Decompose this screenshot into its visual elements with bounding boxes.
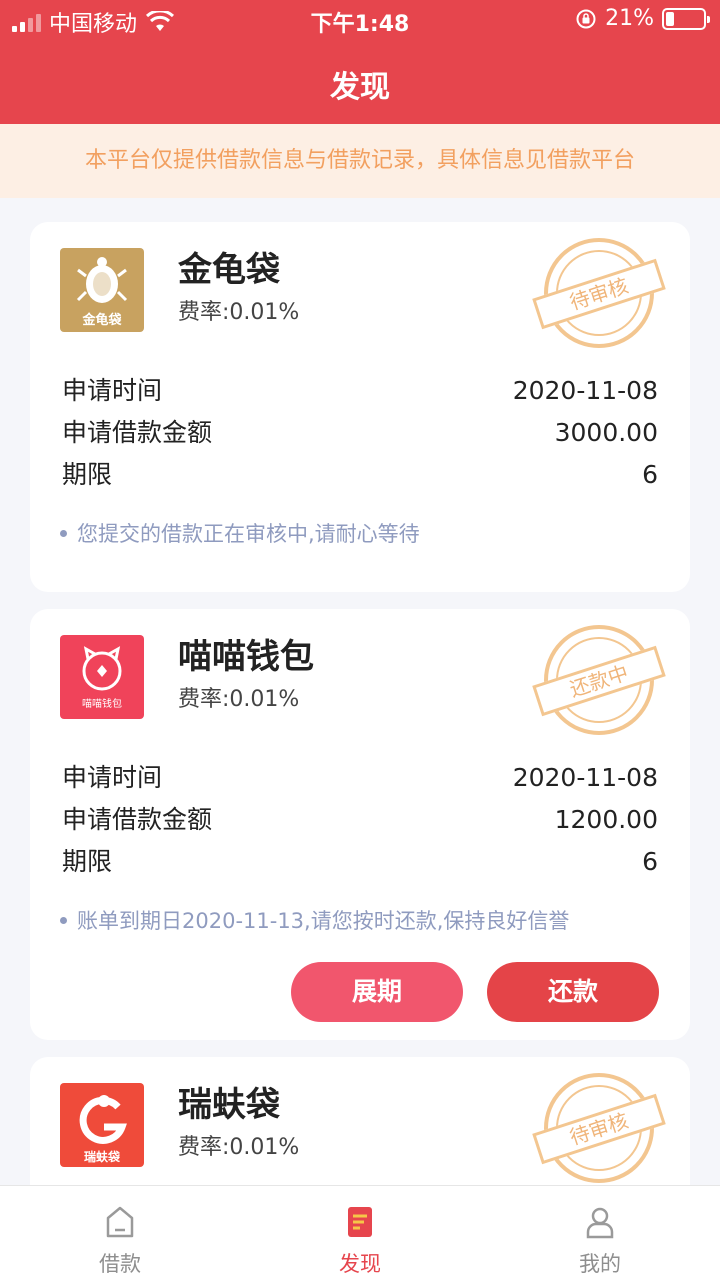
- tab-label: 我的: [579, 1252, 621, 1276]
- apply-time-value: 2020-11-08: [512, 763, 658, 792]
- tab-label: 借款: [99, 1252, 141, 1276]
- card-note: 您提交的借款正在审核中,请耐心等待: [60, 518, 420, 548]
- header: 中国移动 下午1:48 21% 发现: [0, 0, 720, 124]
- term-value: 6: [642, 847, 658, 876]
- svg-text:喵喵钱包: 喵喵钱包: [82, 697, 122, 710]
- battery-percent: 21%: [605, 6, 654, 31]
- apply-time-value: 2020-11-08: [512, 376, 658, 405]
- platform-notice: 本平台仅提供借款信息与借款记录，具体信息见借款平台: [0, 124, 720, 198]
- card-note: 账单到期日2020-11-13,请您按时还款,保持良好信誉: [60, 905, 569, 935]
- ruifudai-logo: 瑞蚨袋: [60, 1083, 144, 1167]
- term-value: 6: [642, 460, 658, 489]
- tab-label: 发现: [339, 1252, 381, 1276]
- page-title: 发现: [330, 70, 390, 105]
- card-rate: 费率:0.01%: [178, 300, 300, 325]
- discover-icon: [348, 1207, 372, 1237]
- status-stamp-label: 待审核: [532, 1093, 666, 1165]
- card-rate: 费率:0.01%: [178, 687, 300, 712]
- apply-time-row: 申请时间 2020-11-08: [62, 370, 658, 412]
- battery-icon: [662, 7, 710, 30]
- status-stamp-label: 还款中: [532, 645, 666, 717]
- bullet-icon: [60, 529, 67, 537]
- repay-button[interactable]: 还款: [487, 962, 659, 1022]
- apply-amount-row: 申请借款金额 1200.00: [62, 799, 658, 841]
- apply-time-row: 申请时间 2020-11-08: [62, 757, 658, 799]
- svg-text:瑞蚨袋: 瑞蚨袋: [84, 1149, 121, 1164]
- apply-amount-value: 3000.00: [554, 418, 658, 447]
- term-row: 期限 6: [62, 841, 658, 883]
- loan-card[interactable]: 喵喵钱包 喵喵钱包 费率:0.01% 还款中 申请时间 2020-11-08 申…: [30, 609, 690, 1040]
- card-title: 瑞蚨袋: [178, 1085, 280, 1125]
- tab-loan[interactable]: 借款: [0, 1186, 240, 1280]
- status-stamp: 待审核: [532, 238, 666, 348]
- card-title: 喵喵钱包: [178, 637, 314, 677]
- term-row: 期限 6: [62, 454, 658, 496]
- apply-amount-row: 申请借款金额 3000.00: [62, 412, 658, 454]
- card-rate: 费率:0.01%: [178, 1135, 300, 1160]
- profile-icon: [586, 1207, 614, 1239]
- status-stamp-label: 待审核: [532, 258, 666, 330]
- card-title: 金龟袋: [178, 250, 280, 290]
- status-bar: 中国移动 下午1:48 21%: [0, 0, 720, 40]
- loan-card[interactable]: 金龟袋 金龟袋 费率:0.01% 待审核 申请时间 2020-11-08 申请借…: [30, 222, 690, 592]
- jinguidai-logo: 金龟袋: [60, 248, 144, 332]
- loan-icon: [106, 1206, 134, 1238]
- tab-profile[interactable]: 我的: [480, 1186, 720, 1280]
- bottom-tab-bar: 借款 发现 我的: [0, 1185, 720, 1280]
- tab-discover[interactable]: 发现: [240, 1186, 480, 1280]
- apply-amount-value: 1200.00: [554, 805, 658, 834]
- svg-text:金龟袋: 金龟袋: [81, 312, 122, 328]
- status-stamp: 还款中: [532, 625, 666, 735]
- extend-button[interactable]: 展期: [291, 962, 463, 1022]
- status-stamp: 待审核: [532, 1073, 666, 1183]
- miaomiao-logo: 喵喵钱包: [60, 635, 144, 719]
- rotation-lock-icon: [576, 9, 596, 28]
- bullet-icon: [60, 916, 67, 924]
